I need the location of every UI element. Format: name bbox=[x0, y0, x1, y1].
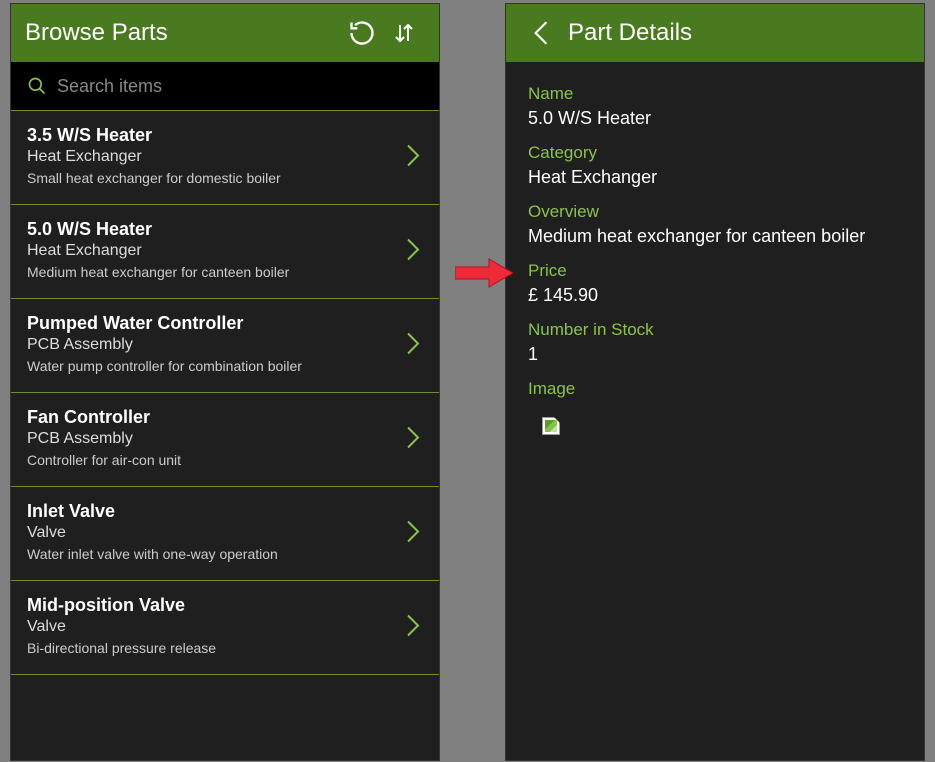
label-overview: Overview bbox=[528, 202, 902, 222]
label-stock: Number in Stock bbox=[528, 320, 902, 340]
search-bar[interactable] bbox=[11, 62, 439, 110]
item-category: Valve bbox=[27, 524, 423, 542]
item-category: Heat Exchanger bbox=[27, 242, 423, 260]
back-button[interactable] bbox=[520, 19, 562, 47]
item-name: 3.5 W/S Heater bbox=[27, 125, 423, 146]
annotation-arrow-icon bbox=[455, 255, 515, 296]
list-item[interactable]: Mid-position Valve Valve Bi-directional … bbox=[11, 581, 439, 675]
list-item[interactable]: Pumped Water Controller PCB Assembly Wat… bbox=[11, 299, 439, 393]
item-desc: Controller for air-con unit bbox=[27, 452, 423, 468]
part-details-panel: Part Details Name 5.0 W/S Heater Categor… bbox=[505, 3, 925, 761]
item-name: Fan Controller bbox=[27, 407, 423, 428]
sort-icon[interactable] bbox=[383, 12, 425, 54]
list-item[interactable]: Inlet Valve Valve Water inlet valve with… bbox=[11, 487, 439, 581]
item-category: Valve bbox=[27, 618, 423, 636]
value-overview: Medium heat exchanger for canteen boiler bbox=[528, 226, 902, 247]
refresh-icon[interactable] bbox=[341, 12, 383, 54]
browse-header: Browse Parts bbox=[11, 4, 439, 62]
label-name: Name bbox=[528, 84, 902, 104]
parts-list: 3.5 W/S Heater Heat Exchanger Small heat… bbox=[11, 110, 439, 675]
value-stock: 1 bbox=[528, 344, 902, 365]
chevron-right-icon bbox=[405, 424, 421, 455]
chevron-right-icon bbox=[405, 142, 421, 173]
item-name: 5.0 W/S Heater bbox=[27, 219, 423, 240]
chevron-right-icon bbox=[405, 518, 421, 549]
chevron-right-icon bbox=[405, 236, 421, 267]
item-desc: Water inlet valve with one-way operation bbox=[27, 546, 423, 562]
item-category: PCB Assembly bbox=[27, 430, 423, 448]
search-icon bbox=[27, 76, 47, 96]
item-category: Heat Exchanger bbox=[27, 148, 423, 166]
details-header: Part Details bbox=[506, 4, 924, 62]
broken-image-icon bbox=[542, 417, 560, 435]
browse-title: Browse Parts bbox=[25, 19, 168, 47]
label-category: Category bbox=[528, 143, 902, 163]
item-desc: Water pump controller for combination bo… bbox=[27, 358, 423, 374]
value-price: £ 145.90 bbox=[528, 285, 902, 306]
details-title: Part Details bbox=[568, 19, 692, 47]
value-name: 5.0 W/S Heater bbox=[528, 108, 902, 129]
item-desc: Medium heat exchanger for canteen boiler bbox=[27, 264, 423, 280]
item-name: Mid-position Valve bbox=[27, 595, 423, 616]
item-name: Inlet Valve bbox=[27, 501, 423, 522]
list-item[interactable]: Fan Controller PCB Assembly Controller f… bbox=[11, 393, 439, 487]
chevron-right-icon bbox=[405, 612, 421, 643]
item-desc: Bi-directional pressure release bbox=[27, 640, 423, 656]
details-body: Name 5.0 W/S Heater Category Heat Exchan… bbox=[506, 62, 924, 451]
item-category: PCB Assembly bbox=[27, 336, 423, 354]
chevron-right-icon bbox=[405, 330, 421, 361]
list-item[interactable]: 3.5 W/S Heater Heat Exchanger Small heat… bbox=[11, 110, 439, 205]
label-image: Image bbox=[528, 379, 902, 399]
value-category: Heat Exchanger bbox=[528, 167, 902, 188]
browse-parts-panel: Browse Parts 3.5 W/S Heater Heat Exchang… bbox=[10, 3, 440, 761]
list-item[interactable]: 5.0 W/S Heater Heat Exchanger Medium hea… bbox=[11, 205, 439, 299]
search-input[interactable] bbox=[57, 76, 423, 97]
item-name: Pumped Water Controller bbox=[27, 313, 423, 334]
label-price: Price bbox=[528, 261, 902, 281]
item-desc: Small heat exchanger for domestic boiler bbox=[27, 170, 423, 186]
